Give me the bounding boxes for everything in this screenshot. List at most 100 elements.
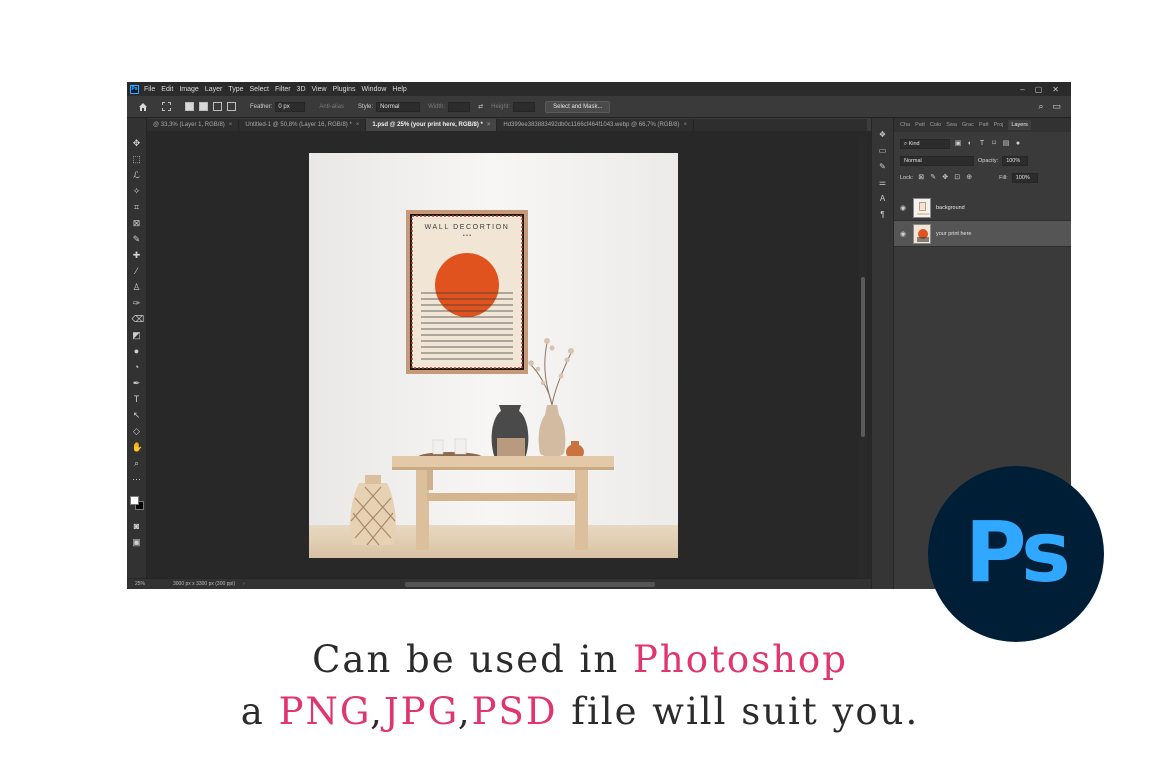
lock-artboard-icon[interactable]: ⊡ xyxy=(953,174,961,182)
workspace-icon[interactable]: ▭ xyxy=(1052,101,1061,112)
hand-tool-icon[interactable]: ✋ xyxy=(132,442,143,453)
paint-bucket-tool-icon[interactable]: ◩ xyxy=(132,330,142,341)
more-tools-icon[interactable]: ⋯ xyxy=(132,474,142,485)
eraser-tool-icon[interactable]: ⌫ xyxy=(132,314,145,325)
tab-patterns[interactable]: Patt xyxy=(979,122,989,128)
path-selection-tool-icon[interactable]: ↖ xyxy=(132,410,142,421)
blend-mode-select[interactable]: Normal xyxy=(900,155,974,166)
lock-transparent-icon[interactable]: ⊠ xyxy=(917,174,925,182)
menu-window[interactable]: Window xyxy=(362,86,387,93)
eye-icon[interactable]: ◉ xyxy=(900,230,908,238)
tab-close-icon[interactable]: × xyxy=(487,122,491,128)
document-info[interactable]: 3000 px x 3300 px (300 ppi) xyxy=(173,581,235,587)
tab-color[interactable]: Colo xyxy=(930,122,941,128)
layer-kind-filter[interactable]: ⌕ Kind xyxy=(900,138,950,149)
eyedropper-tool-icon[interactable]: ✎ xyxy=(132,234,142,245)
menu-select[interactable]: Select xyxy=(250,86,269,93)
history-panel-icon[interactable]: ❖ xyxy=(878,130,888,140)
lock-position-icon[interactable]: ✥ xyxy=(941,174,949,182)
move-tool-icon[interactable]: ✥ xyxy=(132,138,142,149)
marquee-tool-icon[interactable]: ⬚ xyxy=(132,154,142,165)
tab-paths[interactable]: Patt xyxy=(915,122,925,128)
tab-swatches[interactable]: Swa xyxy=(946,122,957,128)
adjustment-filter-icon[interactable]: ◐ xyxy=(966,140,974,148)
document-canvas[interactable]: WALL DECORTION • • • xyxy=(309,153,678,558)
menu-plugins[interactable]: Plugins xyxy=(333,86,356,93)
feather-input[interactable]: 0 px xyxy=(275,101,306,112)
shape-filter-icon[interactable]: ⌑ xyxy=(990,140,998,148)
add-selection-icon[interactable] xyxy=(199,102,208,111)
comments-panel-icon[interactable]: ▭ xyxy=(878,146,888,156)
tab-properties[interactable]: Proj xyxy=(994,122,1004,128)
menu-layer[interactable]: Layer xyxy=(205,86,223,93)
lock-pixels-icon[interactable]: ✎ xyxy=(929,174,937,182)
anti-alias-checkbox[interactable]: Anti-alias xyxy=(319,104,344,110)
tab-document-1[interactable]: @ 33,3% (Layer 1, RGB/8) × xyxy=(147,119,240,131)
clone-stamp-tool-icon[interactable]: ♙ xyxy=(132,282,142,293)
menu-filter[interactable]: Filter xyxy=(275,86,291,93)
style-select[interactable]: Normal xyxy=(376,101,421,112)
brush-tool-icon[interactable]: ⁄ xyxy=(132,266,142,277)
menu-type[interactable]: Type xyxy=(228,86,243,93)
vertical-scroll-thumb[interactable] xyxy=(861,277,865,437)
tab-channels[interactable]: Cha xyxy=(900,122,910,128)
paragraph-panel-icon[interactable]: ¶ xyxy=(878,210,888,220)
frame-tool-icon[interactable]: ⊠ xyxy=(132,218,142,229)
new-selection-icon[interactable] xyxy=(185,102,194,111)
tab-close-icon[interactable]: × xyxy=(229,122,233,128)
restore-icon[interactable]: ▢ xyxy=(1035,85,1043,94)
select-and-mask-button[interactable]: Select and Mask... xyxy=(545,100,611,113)
blur-tool-icon[interactable]: ● xyxy=(132,346,142,357)
screen-mode-icon[interactable]: ▣ xyxy=(132,537,142,548)
tab-close-icon[interactable]: × xyxy=(356,122,360,128)
menu-image[interactable]: Image xyxy=(179,86,198,93)
menu-view[interactable]: View xyxy=(312,86,327,93)
eye-icon[interactable]: ◉ xyxy=(900,204,908,212)
menu-3d[interactable]: 3D xyxy=(297,86,306,93)
height-input[interactable] xyxy=(513,101,536,112)
lock-all-icon[interactable]: ⊕ xyxy=(965,174,973,182)
swap-dimensions-icon[interactable]: ⇄ xyxy=(478,103,483,110)
tab-document-3[interactable]: 1.psd @ 25% (your print here, RGB/8) * × xyxy=(366,119,498,131)
zoom-tool-icon[interactable]: ⌕ xyxy=(132,458,142,469)
tab-close-icon[interactable]: × xyxy=(683,122,687,128)
menu-edit[interactable]: Edit xyxy=(161,86,173,93)
quick-mask-icon[interactable]: ◙ xyxy=(132,521,142,532)
marquee-preset-icon[interactable] xyxy=(162,102,171,111)
crop-tool-icon[interactable]: ⌗ xyxy=(132,202,142,213)
width-input[interactable] xyxy=(448,101,471,112)
horizontal-scroll-thumb[interactable] xyxy=(404,581,655,587)
shape-tool-icon[interactable]: ◇ xyxy=(132,426,142,437)
type-tool-icon[interactable]: T xyxy=(132,394,142,405)
zoom-level[interactable]: 25% xyxy=(135,581,165,587)
tab-gradients[interactable]: Grac xyxy=(962,122,974,128)
home-icon[interactable] xyxy=(138,102,148,112)
dodge-tool-icon[interactable]: ◔ xyxy=(132,362,142,373)
brush-panel-icon[interactable]: ✎ xyxy=(878,162,888,172)
tab-layers[interactable]: Layers xyxy=(1008,120,1031,130)
fill-input[interactable]: 100% xyxy=(1011,172,1038,183)
type-filter-icon[interactable]: T xyxy=(978,140,986,148)
tab-document-4[interactable]: Hd399ee383883492db0c1166cf464f1043.webp … xyxy=(497,119,694,131)
opacity-input[interactable]: 100% xyxy=(1002,155,1029,166)
minimize-icon[interactable]: – xyxy=(1020,85,1024,94)
color-swatches[interactable] xyxy=(129,496,144,510)
menu-help[interactable]: Help xyxy=(392,86,406,93)
healing-brush-tool-icon[interactable]: ✚ xyxy=(132,250,142,261)
filter-toggle-icon[interactable]: ● xyxy=(1014,140,1022,148)
close-icon[interactable]: ✕ xyxy=(1052,85,1059,94)
smart-object-filter-icon[interactable]: ▤ xyxy=(1002,140,1010,148)
lasso-tool-icon[interactable]: ℒ xyxy=(132,170,142,181)
layer-row-background[interactable]: ◉ background xyxy=(894,195,1071,221)
layer-row-your-print-here[interactable]: ◉ your print here xyxy=(894,221,1071,247)
menu-file[interactable]: File xyxy=(144,86,155,93)
magic-wand-tool-icon[interactable]: ✧ xyxy=(132,186,142,197)
chevron-right-icon[interactable]: › xyxy=(243,581,245,587)
pen-tool-icon[interactable]: ✒ xyxy=(132,378,142,389)
tab-document-2[interactable]: Untitled-1 @ 50,8% (Layer 16, RGB/8) * × xyxy=(239,119,367,131)
search-icon[interactable]: ⌕ xyxy=(1038,101,1043,112)
subtract-selection-icon[interactable] xyxy=(213,102,222,111)
history-brush-tool-icon[interactable]: ✑ xyxy=(132,298,142,309)
character-panel-icon[interactable]: A xyxy=(878,194,888,204)
foreground-color-swatch[interactable] xyxy=(129,496,139,505)
